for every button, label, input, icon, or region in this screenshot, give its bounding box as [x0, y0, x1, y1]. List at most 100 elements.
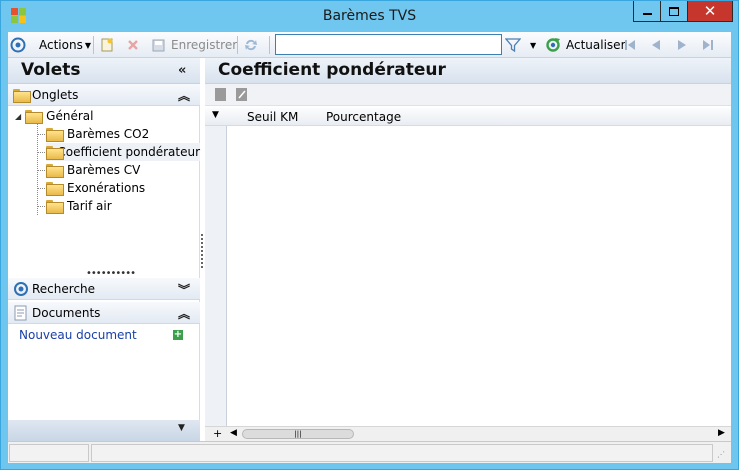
toolbar-separator — [93, 36, 94, 54]
folder-icon — [25, 110, 44, 124]
save-button[interactable]: Enregistrer — [151, 35, 237, 55]
chevron-down-icon[interactable]: ︾ — [178, 281, 190, 298]
section-documents[interactable]: Documents ︽ — [8, 302, 200, 324]
tree-connector — [37, 134, 45, 135]
folder-open-icon — [46, 146, 66, 160]
tree-item-label: Barèmes CV — [67, 163, 141, 177]
panel-splitter[interactable] — [201, 234, 203, 268]
chevron-down-icon[interactable]: ▼ — [178, 423, 185, 433]
volets-title: Volets — [21, 60, 81, 80]
status-cell — [91, 444, 713, 462]
tree-item-exonerations[interactable]: Exonérations — [46, 179, 145, 197]
search-input[interactable] — [275, 34, 502, 55]
resize-grip-icon[interactable]: ⋰ — [717, 450, 725, 459]
tree-item-baremes-cv[interactable]: Barèmes CV — [46, 161, 140, 179]
dropdown-arrow-icon: ▼ — [84, 40, 91, 50]
actions-label: Actions — [39, 38, 83, 52]
next-record-button[interactable] — [674, 35, 690, 55]
folder-icon — [13, 89, 31, 103]
scrollbar-thumb[interactable]: ||| — [242, 429, 354, 439]
scroll-right-icon[interactable]: ▶ — [718, 428, 725, 438]
close-button[interactable]: ✕ — [687, 1, 733, 22]
tree-item-label: Général — [46, 109, 94, 123]
previous-record-button[interactable] — [648, 35, 664, 55]
tree-item-label: Exonérations — [67, 181, 146, 195]
tree-item-baremes-co2[interactable]: Barèmes CO2 — [46, 125, 149, 143]
minimize-icon — [642, 13, 652, 15]
first-icon — [625, 40, 635, 50]
grid-header: ▼ Seuil KM Pourcentage — [205, 108, 731, 126]
save-icon — [152, 39, 165, 52]
target-button[interactable] — [10, 35, 26, 55]
chevron-up-icon[interactable]: ︽ — [178, 305, 190, 322]
tree-connector — [37, 170, 45, 171]
tree-item-label: Barèmes CO2 — [67, 127, 150, 141]
collapse-panel-icon[interactable]: « — [178, 63, 186, 78]
first-record-button[interactable] — [622, 35, 638, 55]
maximize-icon — [669, 6, 679, 16]
horizontal-scrollbar[interactable]: ◀ ||| ▶ — [227, 426, 731, 441]
refresh-button[interactable]: Actualiser — [545, 35, 626, 55]
refresh-label: Actualiser — [566, 38, 626, 52]
column-header-seuil-km[interactable]: Seuil KM — [247, 110, 298, 124]
tree-item-label: Tarif air — [67, 199, 112, 213]
minimize-button[interactable] — [633, 1, 661, 22]
content-panel: Coefficient pondérateur ▼ Seuil KM Pourc… — [205, 58, 731, 441]
folder-icon — [46, 164, 64, 178]
section-onglets[interactable]: Onglets ︽ — [8, 84, 200, 106]
expand-toggle-icon[interactable]: ◢ — [15, 112, 21, 121]
chevron-up-icon[interactable]: ︽ — [178, 87, 190, 104]
grid-new-icon[interactable] — [214, 87, 228, 102]
page-title: Coefficient pondérateur — [218, 60, 446, 80]
tree-item-coefficient-ponderateur[interactable]: Coefficient pondérateur — [46, 143, 200, 161]
tree-connector — [37, 188, 45, 189]
tree-connector — [37, 152, 45, 153]
grid-edit-icon[interactable] — [235, 87, 249, 102]
folder-icon — [46, 182, 64, 196]
toolbar-separator — [237, 36, 238, 54]
tree-connector — [37, 206, 45, 207]
volets-header: Volets « — [8, 58, 200, 84]
scroll-left-icon[interactable]: ◀ — [230, 428, 237, 438]
section-recherche-label: Recherche — [32, 282, 96, 296]
add-icon[interactable]: + — [173, 330, 183, 340]
new-document-link[interactable]: Nouveau document — [19, 328, 137, 342]
previous-icon — [652, 40, 660, 50]
onglets-tree: ◢ Général Barèmes CO2 Coefficient pondér… — [8, 106, 200, 246]
grid-toolbar — [205, 84, 731, 106]
new-document-icon — [101, 38, 113, 52]
last-icon — [703, 40, 713, 50]
filter-button[interactable] — [505, 35, 521, 55]
add-row-icon[interactable]: + — [205, 426, 227, 441]
document-icon — [14, 305, 27, 321]
last-record-button[interactable] — [700, 35, 716, 55]
tree-item-tarif-air[interactable]: Tarif air — [46, 197, 112, 215]
title-bar[interactable]: Barèmes TVS ✕ — [1, 1, 738, 31]
tree-item-general[interactable]: ◢ Général — [15, 107, 93, 125]
sync-button[interactable] — [243, 35, 259, 55]
main-toolbar: Actions ▼ Enregistrer ▼ Actualiser — [8, 32, 731, 58]
filter-dropdown-button[interactable]: ▼ — [530, 35, 536, 55]
folder-icon — [46, 200, 64, 214]
section-documents-label: Documents — [32, 306, 101, 320]
save-label: Enregistrer — [171, 38, 238, 52]
refresh-icon — [546, 38, 560, 52]
column-header-pourcentage[interactable]: Pourcentage — [326, 110, 401, 124]
new-button[interactable] — [99, 35, 115, 55]
delete-icon — [128, 40, 138, 50]
target-icon — [10, 37, 26, 53]
sync-icon — [245, 39, 257, 51]
maximize-button[interactable] — [660, 1, 688, 22]
content-header: Coefficient pondérateur — [205, 58, 731, 84]
close-icon: ✕ — [703, 2, 717, 20]
toolbar-separator — [269, 36, 270, 54]
delete-button[interactable] — [125, 35, 141, 55]
status-cell — [9, 444, 89, 462]
folder-icon — [46, 128, 64, 142]
actions-menu-button[interactable]: Actions ▼ — [39, 35, 91, 55]
filter-icon — [505, 38, 521, 53]
section-recherche[interactable]: Recherche ︾ — [8, 278, 200, 300]
client-area: Actions ▼ Enregistrer ▼ Actualiser Volet… — [8, 32, 731, 463]
window-title: Barèmes TVS — [322, 8, 417, 24]
row-menu-icon[interactable]: ▼ — [212, 110, 219, 120]
